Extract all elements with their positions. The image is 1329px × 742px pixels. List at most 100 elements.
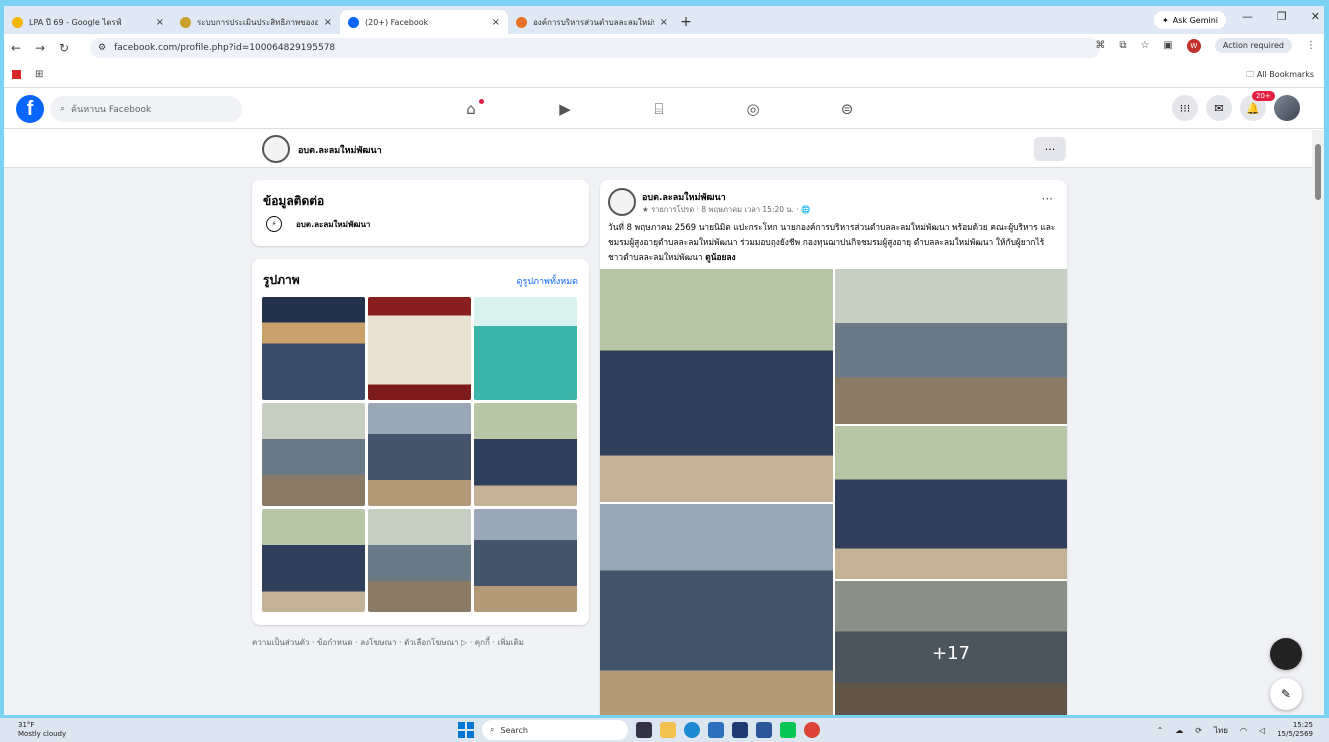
menu-icon[interactable]: ⋮ — [1306, 40, 1316, 51]
photo-thumbnail[interactable] — [368, 297, 471, 400]
groups-icon[interactable]: ◎ — [706, 89, 800, 129]
chevron-up-icon[interactable]: ⌃ — [1157, 726, 1164, 735]
photo-thumbnail[interactable] — [262, 403, 365, 506]
onedrive-icon[interactable]: ☁ — [1175, 726, 1183, 735]
facebook-main-nav: ⌂ ▶ ⌸ ◎ ⊜ — [424, 89, 894, 129]
reload-icon[interactable]: ↻ — [52, 41, 76, 55]
word-icon[interactable] — [756, 722, 772, 738]
minimize-icon[interactable]: — — [1242, 10, 1253, 23]
post-photo[interactable] — [835, 269, 1067, 424]
chat-head-avatar[interactable] — [1270, 638, 1302, 670]
facebook-topbar: f ⌕ ค้นหาบน Facebook ⌂ ▶ ⌸ ◎ ⊜ ⁝⁝⁝ ✉ 🔔 20… — [4, 89, 1324, 129]
weather-temp: 31°F — [18, 721, 35, 729]
forward-icon[interactable]: → — [28, 41, 52, 55]
store-icon[interactable] — [708, 722, 724, 738]
post-author[interactable]: อบต.ละลมใหม่พัฒนา — [642, 190, 726, 204]
taskbar-search[interactable]: ⌕ Search — [482, 720, 628, 740]
new-message-icon[interactable]: ✎ — [1270, 678, 1302, 710]
windows-start-icon[interactable] — [458, 722, 474, 738]
ask-gemini-button[interactable]: ✦ Ask Gemini — [1154, 11, 1226, 29]
language-indicator[interactable]: ไทย — [1214, 724, 1228, 737]
post-text: วันที่ 8 พฤษภาคม 2569 นายนิมิต แปะกระโทก… — [608, 220, 1058, 265]
post-photo[interactable] — [600, 504, 833, 715]
facebook-search-input[interactable]: ⌕ ค้นหาบน Facebook — [50, 96, 242, 122]
video-icon[interactable]: ▶ — [518, 89, 612, 129]
line-icon[interactable] — [780, 722, 796, 738]
see-all-photos-link[interactable]: ดูรูปภาพทั้งหมด — [517, 274, 578, 288]
more-photos-count: +17 — [835, 581, 1067, 715]
record-icon[interactable] — [12, 70, 21, 79]
home-icon[interactable]: ⌂ — [424, 89, 518, 129]
volume-icon[interactable]: ◁ — [1259, 726, 1265, 735]
photo-thumbnail[interactable] — [474, 509, 577, 612]
notifications-icon[interactable]: 🔔 20+ — [1240, 91, 1275, 121]
chrome-icon[interactable] — [804, 722, 820, 738]
messenger-icon[interactable]: ✉ — [1206, 95, 1232, 121]
back-icon[interactable]: ← — [4, 41, 28, 55]
post-photo[interactable] — [600, 269, 833, 502]
menu-grid-icon[interactable]: ⁝⁝⁝ — [1172, 95, 1198, 121]
close-icon[interactable]: × — [156, 17, 164, 28]
drive-icon — [12, 16, 23, 28]
all-bookmarks[interactable]: 🗀 All Bookmarks — [1246, 69, 1314, 83]
close-icon[interactable]: × — [660, 17, 668, 28]
tab-google-drive[interactable]: LPA ปี 69 - Google ไดรฟ์ × — [4, 10, 172, 34]
page-more-button[interactable]: ··· — [1034, 137, 1066, 161]
photo-thumbnail[interactable] — [262, 297, 365, 400]
tab-title: (20+) Facebook — [365, 17, 429, 27]
account-avatar[interactable] — [1274, 95, 1300, 121]
tab-obt[interactable]: องค์การบริหารส่วนตำบลละลมใหม่พัฒ × — [508, 10, 676, 34]
sync-icon[interactable]: ⟳ — [1195, 726, 1202, 735]
taskbar-search-label: Search — [500, 725, 528, 735]
bookmark-star-icon[interactable]: ☆ — [1140, 40, 1149, 51]
photo-thumbnail[interactable] — [368, 403, 471, 506]
edge-icon[interactable] — [684, 722, 700, 738]
site-icon — [180, 16, 191, 28]
notification-badge: 20+ — [1252, 91, 1275, 101]
app-icon[interactable] — [732, 722, 748, 738]
messenger-contact[interactable]: ⚡ อบต.ละลมใหม่พัฒนา — [266, 216, 370, 232]
file-explorer-icon[interactable] — [660, 722, 676, 738]
clock[interactable]: 15:25 15/5/2569 — [1277, 721, 1313, 739]
weather-desc: Mostly cloudy — [18, 730, 67, 738]
new-tab-button[interactable]: + — [676, 10, 696, 34]
page-name[interactable]: อบต.ละลมใหม่พัฒนา — [298, 143, 382, 157]
photo-thumbnail[interactable] — [474, 403, 577, 506]
tab-evaluation[interactable]: ระบบการประเมินประสิทธิภาพขององค์ × — [172, 10, 340, 34]
marketplace-icon[interactable]: ⌸ — [612, 89, 706, 129]
post-more-icon[interactable]: ··· — [1042, 192, 1053, 206]
search-icon: ⌕ — [60, 104, 66, 114]
photo-thumbnail[interactable] — [262, 509, 365, 612]
messenger-contact-name: อบต.ละลมใหม่พัฒนา — [296, 219, 371, 229]
tab-facebook[interactable]: (20+) Facebook × — [340, 10, 508, 34]
apps-grid-icon[interactable]: ⊞ — [35, 69, 43, 80]
facebook-logo[interactable]: f — [16, 95, 44, 123]
post-author-avatar[interactable] — [608, 188, 636, 216]
action-required-button[interactable]: Action required — [1214, 38, 1292, 53]
page-logo[interactable] — [262, 135, 290, 163]
side-panel-icon[interactable]: ▣ — [1163, 40, 1172, 51]
scrollbar-thumb[interactable] — [1315, 144, 1321, 200]
post-photo[interactable] — [835, 426, 1067, 579]
post-photo-more[interactable]: +17 — [835, 581, 1067, 715]
wifi-icon[interactable]: ◠ — [1240, 726, 1247, 735]
see-less-link[interactable]: ดูน้อยลง — [705, 252, 735, 262]
close-window-icon[interactable]: ✕ — [1311, 10, 1320, 23]
close-icon[interactable]: × — [492, 17, 500, 28]
footer-links[interactable]: ความเป็นส่วนตัว · ข้อกำหนด · ลงโฆษณา · ต… — [252, 636, 524, 649]
gaming-icon[interactable]: ⊜ — [800, 89, 894, 129]
page-content: อบต.ละลมใหม่พัฒนา ··· ข้อมูลติดต่อ ⚡ อบต… — [4, 130, 1312, 715]
address-bar[interactable]: ⚙ facebook.com/profile.php?id=1000648291… — [90, 38, 1100, 58]
photo-thumbnail[interactable] — [368, 509, 471, 612]
page-scrollbar[interactable] — [1312, 130, 1324, 715]
weather-widget[interactable]: 31°F Mostly cloudy — [18, 721, 66, 739]
translate-icon[interactable]: ⌘ — [1095, 40, 1105, 51]
install-icon[interactable]: ⧉ — [1119, 40, 1126, 51]
task-view-icon[interactable] — [636, 722, 652, 738]
site-settings-icon[interactable]: ⚙ — [98, 43, 106, 53]
post-card: อบต.ละลมใหม่พัฒนา ★ รายการโปรด · 8 พฤษภา… — [600, 180, 1067, 715]
photo-thumbnail[interactable] — [474, 297, 577, 400]
close-icon[interactable]: × — [324, 17, 332, 28]
restore-icon[interactable]: ❐ — [1277, 10, 1287, 23]
profile-avatar[interactable]: W — [1186, 38, 1201, 53]
